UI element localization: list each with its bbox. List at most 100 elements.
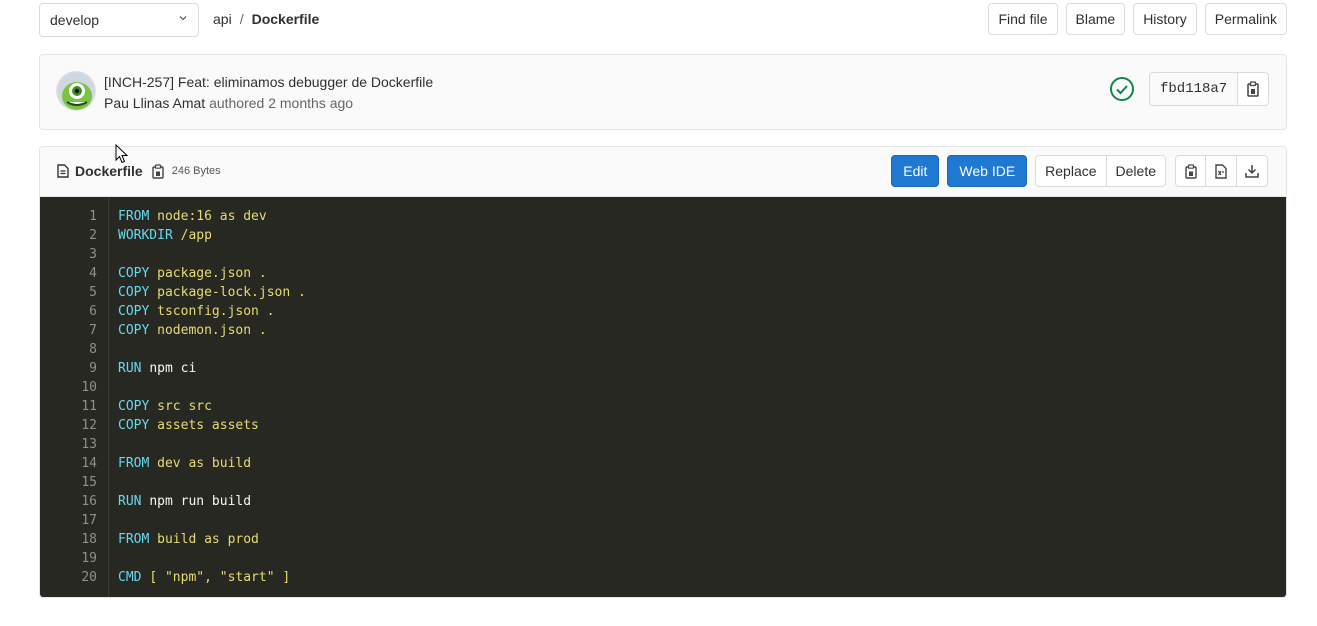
line-number[interactable]: 2 — [40, 226, 108, 245]
code-keyword: COPY — [118, 323, 150, 338]
commit-sha-group: fbd118a7 — [1149, 72, 1270, 106]
code-keyword: WORKDIR — [118, 228, 173, 243]
code-argument: node:16 as dev — [157, 209, 267, 224]
breadcrumb-file-link[interactable]: Dockerfile — [252, 11, 320, 27]
code-line: COPY assets assets — [118, 416, 306, 435]
code-argument: assets assets — [157, 418, 259, 433]
chevron-down-icon — [179, 16, 187, 21]
code-keyword: CMD — [118, 570, 142, 585]
code-line: RUN npm run build — [118, 492, 306, 511]
line-number[interactable]: 10 — [40, 378, 108, 397]
line-number[interactable]: 15 — [40, 473, 108, 492]
code-line: RUN npm ci — [118, 359, 306, 378]
line-number[interactable]: 12 — [40, 416, 108, 435]
breadcrumb: api / Dockerfile — [213, 11, 319, 27]
code-argument: npm run build — [149, 494, 252, 509]
code-keyword: FROM — [118, 532, 150, 547]
line-number[interactable]: 6 — [40, 302, 108, 321]
line-numbers: 1 2 3 4 5 6 7 8 9 10 11 12 13 14 15 16 17 18 19 20 — [40, 197, 109, 597]
file-actions: Edit Web IDE Replace Delete — [891, 155, 1268, 187]
line-number[interactable]: 13 — [40, 435, 108, 454]
replace-button[interactable]: Replace — [1035, 155, 1107, 187]
commit-author-link[interactable]: Pau Llinas Amat — [104, 95, 205, 111]
code-argument: npm ci — [149, 361, 197, 376]
code-keyword: RUN — [118, 494, 142, 509]
line-number[interactable]: 4 — [40, 264, 108, 283]
file-name: Dockerfile — [75, 163, 143, 179]
clipboard-icon — [1184, 163, 1197, 179]
line-number[interactable]: 1 — [40, 207, 108, 226]
branch-name: develop — [50, 12, 100, 28]
web-ide-button[interactable]: Web IDE — [947, 155, 1028, 187]
code-argument: /app — [180, 228, 212, 243]
line-number[interactable]: 19 — [40, 549, 108, 568]
code-keyword: COPY — [118, 399, 150, 414]
download-button[interactable] — [1237, 155, 1268, 187]
clipboard-icon — [1247, 81, 1259, 97]
line-number[interactable]: 20 — [40, 568, 108, 587]
last-commit-panel: [INCH-257] Feat: eliminamos debugger de … — [39, 54, 1287, 130]
pipeline-passed-icon[interactable] — [1109, 76, 1135, 102]
raw-file-icon — [1215, 163, 1227, 179]
code-line: COPY tsconfig.json . — [118, 302, 306, 321]
copy-sha-button[interactable] — [1237, 72, 1270, 106]
code-line: CMD [ "npm", "start" ] — [118, 568, 306, 587]
delete-button[interactable]: Delete — [1106, 155, 1166, 187]
breadcrumb-root-link[interactable]: api — [213, 11, 232, 27]
code-keyword: RUN — [118, 361, 142, 376]
find-file-button[interactable]: Find file — [988, 3, 1058, 35]
line-number[interactable]: 8 — [40, 340, 108, 359]
code-line: FROM build as prod — [118, 530, 306, 549]
history-button[interactable]: History — [1133, 3, 1197, 35]
line-number[interactable]: 17 — [40, 511, 108, 530]
line-number[interactable]: 9 — [40, 359, 108, 378]
code-argument: build as prod — [157, 532, 259, 547]
download-icon — [1245, 165, 1259, 178]
mouse-cursor-icon — [115, 144, 129, 164]
copy-contents-button[interactable] — [1175, 155, 1206, 187]
file-size: 246 Bytes — [171, 165, 221, 177]
code-line: FROM dev as build — [118, 454, 306, 473]
line-number[interactable]: 11 — [40, 397, 108, 416]
code-line: COPY package-lock.json . — [118, 283, 306, 302]
line-number[interactable]: 16 — [40, 492, 108, 511]
code-argument: package.json . — [157, 266, 267, 281]
tree-controls: Find file Blame History Permalink — [988, 3, 1287, 35]
commit-title-link[interactable]: [INCH-257] Feat: eliminamos debugger de … — [104, 74, 433, 90]
line-number[interactable]: 14 — [40, 454, 108, 473]
breadcrumb-separator: / — [239, 11, 244, 27]
file-icon — [57, 164, 69, 178]
commit-sha[interactable]: fbd118a7 — [1149, 72, 1238, 106]
code-viewer[interactable]: 1 2 3 4 5 6 7 8 9 10 11 12 13 14 15 16 17 18 19 20 FROM nod… — [40, 197, 1286, 597]
code-argument: tsconfig.json . — [157, 304, 275, 319]
line-number[interactable]: 18 — [40, 530, 108, 549]
code-keyword: COPY — [118, 418, 150, 433]
code-argument: dev as build — [157, 456, 252, 471]
open-raw-button[interactable] — [1206, 155, 1237, 187]
line-number[interactable]: 7 — [40, 321, 108, 340]
code-line: COPY src src — [118, 397, 306, 416]
line-number[interactable]: 5 — [40, 283, 108, 302]
avatar[interactable] — [56, 71, 96, 111]
file-view-group — [1175, 155, 1268, 187]
line-number[interactable]: 3 — [40, 245, 108, 264]
code-keyword: FROM — [118, 209, 150, 224]
permalink-button[interactable]: Permalink — [1204, 3, 1287, 35]
code-keyword: COPY — [118, 266, 150, 281]
file-modify-group: Replace Delete — [1035, 155, 1166, 187]
file-title: Dockerfile 246 Bytes — [57, 163, 221, 179]
file-header: Dockerfile 246 Bytes Edit Web IDE Replac… — [40, 147, 1286, 197]
copy-file-path-icon[interactable] — [152, 163, 164, 179]
code-argument: [ "npm", "start" ] — [149, 570, 291, 585]
edit-button[interactable]: Edit — [891, 155, 940, 187]
branch-dropdown[interactable]: develop — [39, 3, 199, 37]
code-keyword: FROM — [118, 456, 150, 471]
code-keyword: COPY — [118, 285, 150, 300]
code-lines: FROM node:16 as dev WORKDIR /app COPY pack… — [109, 197, 306, 597]
blame-button[interactable]: Blame — [1065, 3, 1126, 35]
code-argument: package-lock.json . — [157, 285, 306, 300]
